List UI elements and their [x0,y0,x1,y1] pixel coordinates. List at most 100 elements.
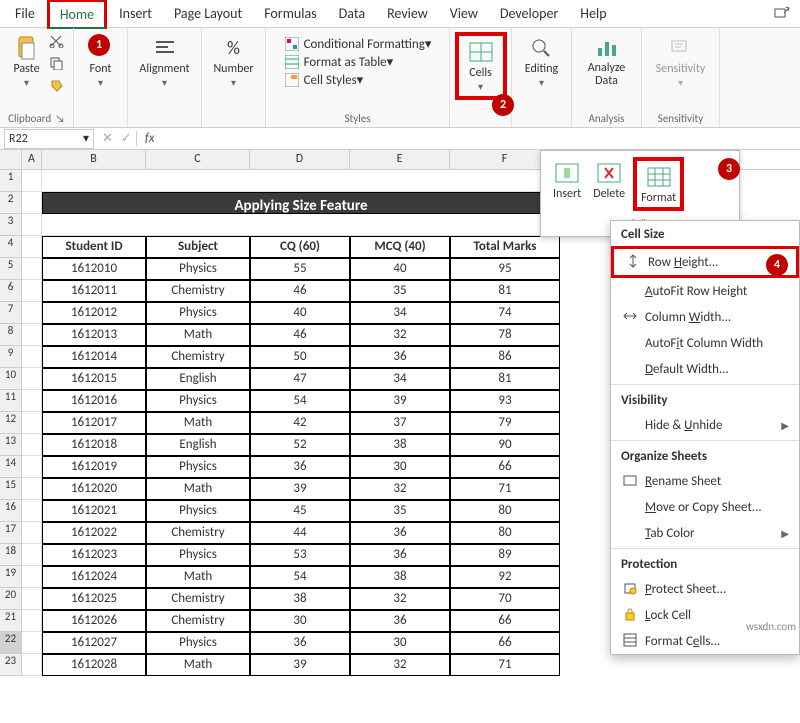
th-student-id[interactable]: Student ID [42,236,146,258]
cell[interactable]: Math [146,654,250,676]
cell[interactable]: 38 [350,566,450,588]
tab-insert[interactable]: Insert [109,1,162,26]
menu-autofit-row-height[interactable]: AutoFit Row Height [611,278,799,304]
cell[interactable]: 71 [450,654,560,676]
cell[interactable]: 86 [450,346,560,368]
cell[interactable]: 36 [250,632,350,654]
cell[interactable]: Chemistry [146,522,250,544]
cell[interactable]: English [146,368,250,390]
tab-home[interactable]: Home [47,0,107,29]
tab-developer[interactable]: Developer [490,1,568,26]
tab-page-layout[interactable]: Page Layout [164,1,252,26]
copy-icon[interactable] [49,56,65,74]
col-D[interactable]: D [250,150,350,169]
col-C[interactable]: C [146,150,250,169]
cells-button[interactable]: Cells [455,32,507,100]
cell[interactable]: Chemistry [146,610,250,632]
cell[interactable]: 66 [450,456,560,478]
cell[interactable]: Physics [146,456,250,478]
row-header[interactable]: 7 [0,302,22,324]
cell[interactable]: 66 [450,632,560,654]
tab-file[interactable]: File [5,1,45,26]
cell[interactable]: 90 [450,434,560,456]
cell[interactable]: 79 [450,412,560,434]
row-header[interactable]: 2 [0,192,22,214]
cell[interactable]: 36 [350,346,450,368]
col-A[interactable]: A [22,150,42,169]
cell[interactable]: Math [146,566,250,588]
row-header[interactable]: 18 [0,544,22,566]
cell[interactable]: 71 [450,478,560,500]
cell[interactable]: 52 [250,434,350,456]
cell[interactable]: 39 [350,390,450,412]
row-header[interactable]: 3 [0,214,22,236]
row-header[interactable]: 1 [0,170,22,192]
cell[interactable]: 93 [450,390,560,412]
cell[interactable]: Math [146,324,250,346]
cell[interactable]: 46 [250,280,350,302]
cell[interactable]: 74 [450,302,560,324]
menu-move-copy-sheet[interactable]: Move or Copy Sheet... [611,494,799,520]
row-header[interactable]: 11 [0,390,22,412]
tab-view[interactable]: View [440,1,488,26]
cell[interactable]: 1612027 [42,632,146,654]
format-as-table-button[interactable]: Format as Table ▾ [284,54,432,70]
cell[interactable]: 1612026 [42,610,146,632]
cell[interactable]: 44 [250,522,350,544]
menu-column-width[interactable]: Column Width... [611,304,799,330]
row-header[interactable]: 4 [0,236,22,258]
row-header[interactable]: 21 [0,610,22,632]
row-header[interactable]: 17 [0,522,22,544]
cell[interactable]: Physics [146,544,250,566]
cell[interactable]: Chemistry [146,346,250,368]
cell[interactable]: 40 [350,258,450,280]
cell[interactable]: Math [146,478,250,500]
cell[interactable]: Physics [146,302,250,324]
cell[interactable]: 35 [350,280,450,302]
cell[interactable]: 40 [250,302,350,324]
cell[interactable]: 1612017 [42,412,146,434]
row-header[interactable]: 13 [0,434,22,456]
cell[interactable]: 36 [350,610,450,632]
cell[interactable]: 66 [450,610,560,632]
cell[interactable]: 53 [250,544,350,566]
cell[interactable]: 1612010 [42,258,146,280]
row-header[interactable]: 6 [0,280,22,302]
menu-default-width[interactable]: Default Width... [611,356,799,382]
cell[interactable]: 42 [250,412,350,434]
tab-review[interactable]: Review [377,1,438,26]
sensitivity-button[interactable]: Sensitivity [652,32,710,92]
menu-autofit-column-width[interactable]: AutoFit Column Width [611,330,799,356]
cancel-icon[interactable]: ✕ [98,131,117,146]
cell[interactable]: English [146,434,250,456]
cell[interactable]: 81 [450,368,560,390]
tab-data[interactable]: Data [329,1,375,26]
row-header[interactable]: 9 [0,346,22,368]
row-header[interactable]: 20 [0,588,22,610]
cell[interactable]: 32 [350,588,450,610]
cell[interactable]: 54 [250,390,350,412]
th-subject[interactable]: Subject [146,236,250,258]
select-all-corner[interactable] [0,150,22,169]
cell[interactable]: 36 [350,544,450,566]
row-header[interactable]: 5 [0,258,22,280]
row-header[interactable]: 16 [0,500,22,522]
row-header[interactable]: 14 [0,456,22,478]
format-button[interactable]: Format [633,157,684,211]
menu-tab-color[interactable]: Tab Color▶ [611,520,799,546]
paste-button[interactable]: Paste [9,32,45,92]
cell[interactable]: Physics [146,258,250,280]
cell[interactable]: 32 [350,478,450,500]
cell[interactable]: 1612021 [42,500,146,522]
cell[interactable]: 50 [250,346,350,368]
cell[interactable]: 36 [350,522,450,544]
cell[interactable]: 46 [250,324,350,346]
menu-rename-sheet[interactable]: Rename Sheet [611,468,799,494]
cell[interactable]: 95 [450,258,560,280]
col-E[interactable]: E [350,150,450,169]
cell[interactable]: 1612013 [42,324,146,346]
enter-icon[interactable]: ✓ [117,131,136,146]
cell[interactable]: 39 [250,654,350,676]
formula-input[interactable] [162,129,800,149]
cell[interactable]: Math [146,412,250,434]
